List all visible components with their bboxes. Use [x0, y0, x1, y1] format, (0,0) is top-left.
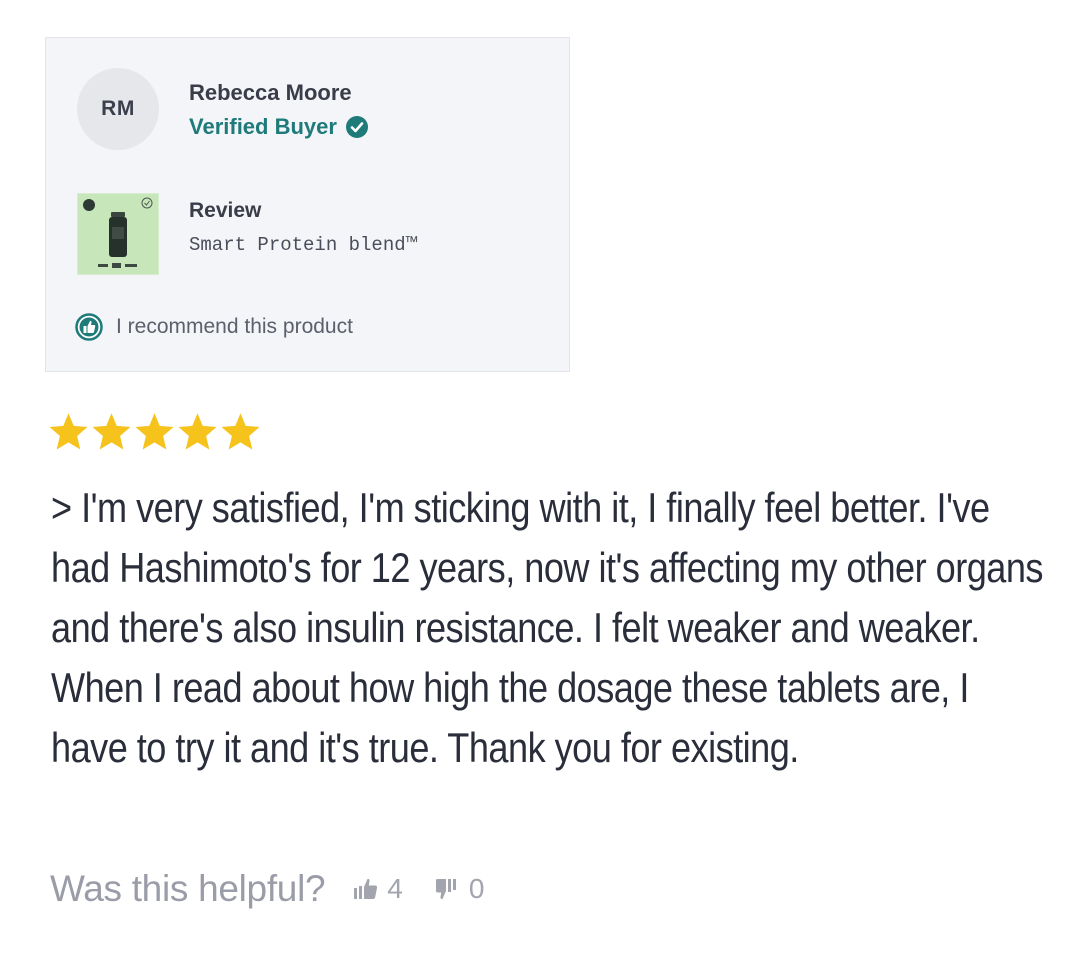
avatar: RM — [77, 68, 159, 150]
star-icon — [178, 413, 217, 450]
thumbs-down-icon — [435, 879, 456, 900]
verified-buyer-badge: Verified Buyer — [189, 114, 368, 140]
thumbs-up-icon — [354, 878, 378, 899]
helpful-yes-count: 4 — [387, 873, 403, 904]
thumbs-up-icon — [75, 313, 103, 341]
reviewer-name: Rebecca Moore — [189, 80, 352, 105]
recommendation: I recommend this product — [75, 313, 353, 341]
product-name[interactable]: Smart Protein blend™ — [189, 234, 417, 256]
star-icon — [135, 413, 174, 450]
helpful-votes: Was this helpful? 4 0 — [50, 868, 514, 910]
helpful-question: Was this helpful? — [50, 868, 326, 909]
helpful-yes-button[interactable]: 4 — [351, 873, 403, 905]
star-icon — [221, 413, 260, 450]
star-icon — [92, 413, 131, 450]
verified-label: Verified Buyer — [189, 114, 337, 139]
product-bottle-image — [83, 197, 153, 268]
helpful-no-count: 0 — [468, 873, 485, 904]
review-body: > I'm very satisfied, I'm sticking with … — [51, 484, 1043, 771]
review-section-label: Review — [189, 199, 262, 222]
star-icon — [49, 413, 88, 450]
product-thumbnail[interactable] — [77, 193, 159, 275]
star-rating — [47, 410, 262, 454]
check-circle-icon — [345, 116, 368, 138]
recommendation-text: I recommend this product — [116, 315, 353, 338]
helpful-no-button[interactable]: 0 — [433, 873, 485, 905]
reviewer-card: RM Rebecca Moore Verified Buyer Review S… — [45, 37, 570, 372]
